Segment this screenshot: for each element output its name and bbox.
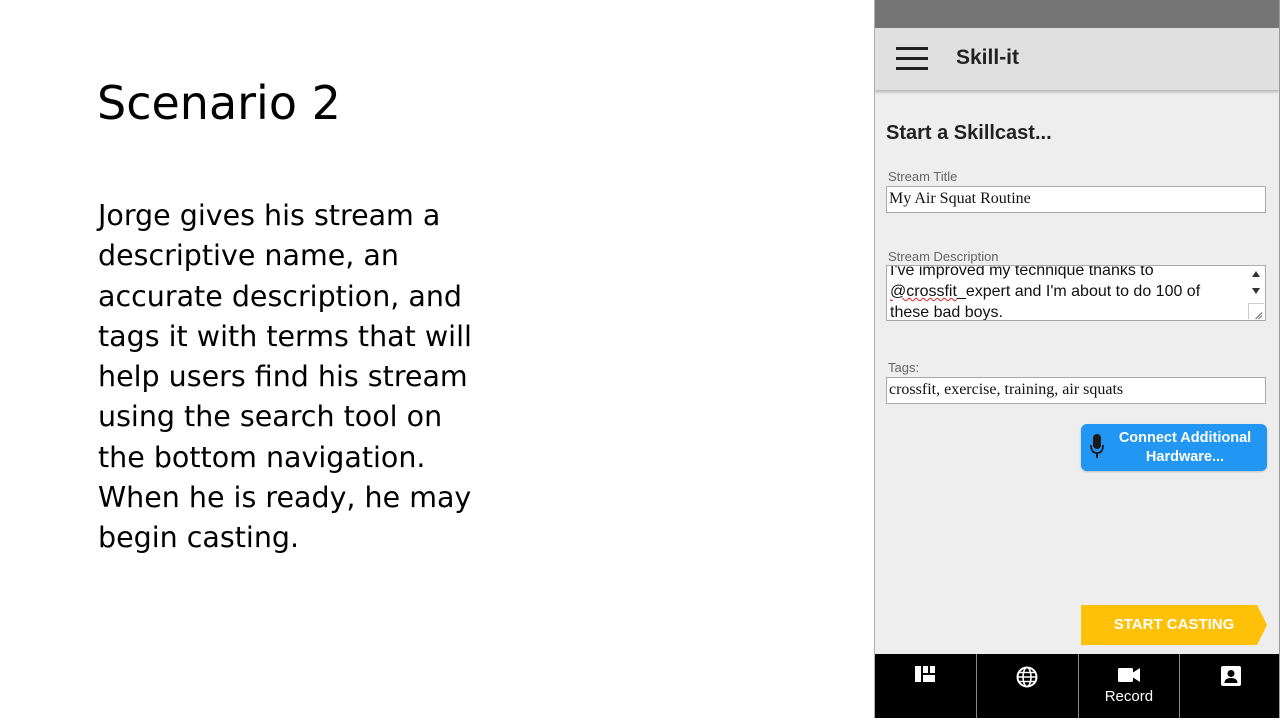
video-camera-icon [1117,668,1140,682]
stream-title-label: Stream Title [888,169,958,184]
start-casting-button[interactable]: START CASTING [1081,605,1267,645]
form-heading: Start a Skillcast... [886,122,1052,144]
scroll-down-arrow-icon[interactable] [1252,288,1260,294]
status-bar [875,0,1279,28]
nav-label-record: Record [1104,688,1154,705]
nav-item-record[interactable]: Record [1079,654,1181,718]
description-line-2: @crossfit_expert and I'm about to do 100… [890,281,1242,302]
nav-item-profile[interactable] [1180,654,1279,718]
tags-input[interactable]: crossfit, exercise, training, air squats [886,377,1266,404]
description-line-3: these bad boys. [890,304,1003,321]
description-line-1: I've improved my technique thanks to [890,265,1154,279]
stream-description-text: I've improved my technique thanks to @cr… [890,265,1242,321]
menu-icon[interactable] [896,47,928,71]
connect-hardware-label: Connect Additional Hardware... [1118,430,1252,465]
start-casting-label: START CASTING [1113,616,1235,633]
app-title: Skill-it [956,46,1020,69]
dashboard-icon [915,666,936,682]
slide-body-text: Jorge gives his stream a descriptive nam… [98,199,472,555]
description-line-2-rest: _expert and I'm about to do 100 of [956,283,1201,300]
stream-title-input[interactable]: My Air Squat Routine [886,186,1266,213]
microphone-icon [1090,434,1104,458]
slide-title: Scenario 2 [97,76,341,130]
scroll-up-arrow-icon[interactable] [1252,271,1260,277]
bottom-navigation: Record [875,654,1279,718]
connect-hardware-button[interactable]: Connect Additional Hardware... [1081,424,1267,471]
nav-item-dashboard[interactable] [875,654,977,718]
stream-description-textarea[interactable]: I've improved my technique thanks to @cr… [886,265,1266,321]
globe-icon [1016,666,1038,688]
mention-text: @crossfit [890,283,957,300]
account-box-icon [1220,666,1241,686]
nav-item-explore[interactable] [977,654,1079,718]
tags-label: Tags: [888,360,920,375]
app-bar: Skill-it [875,28,1279,90]
resize-handle-icon[interactable] [1248,303,1264,319]
phone-mockup: Skill-it Start a Skillcast... Stream Tit… [874,0,1280,718]
stream-description-label: Stream Description [888,249,999,264]
